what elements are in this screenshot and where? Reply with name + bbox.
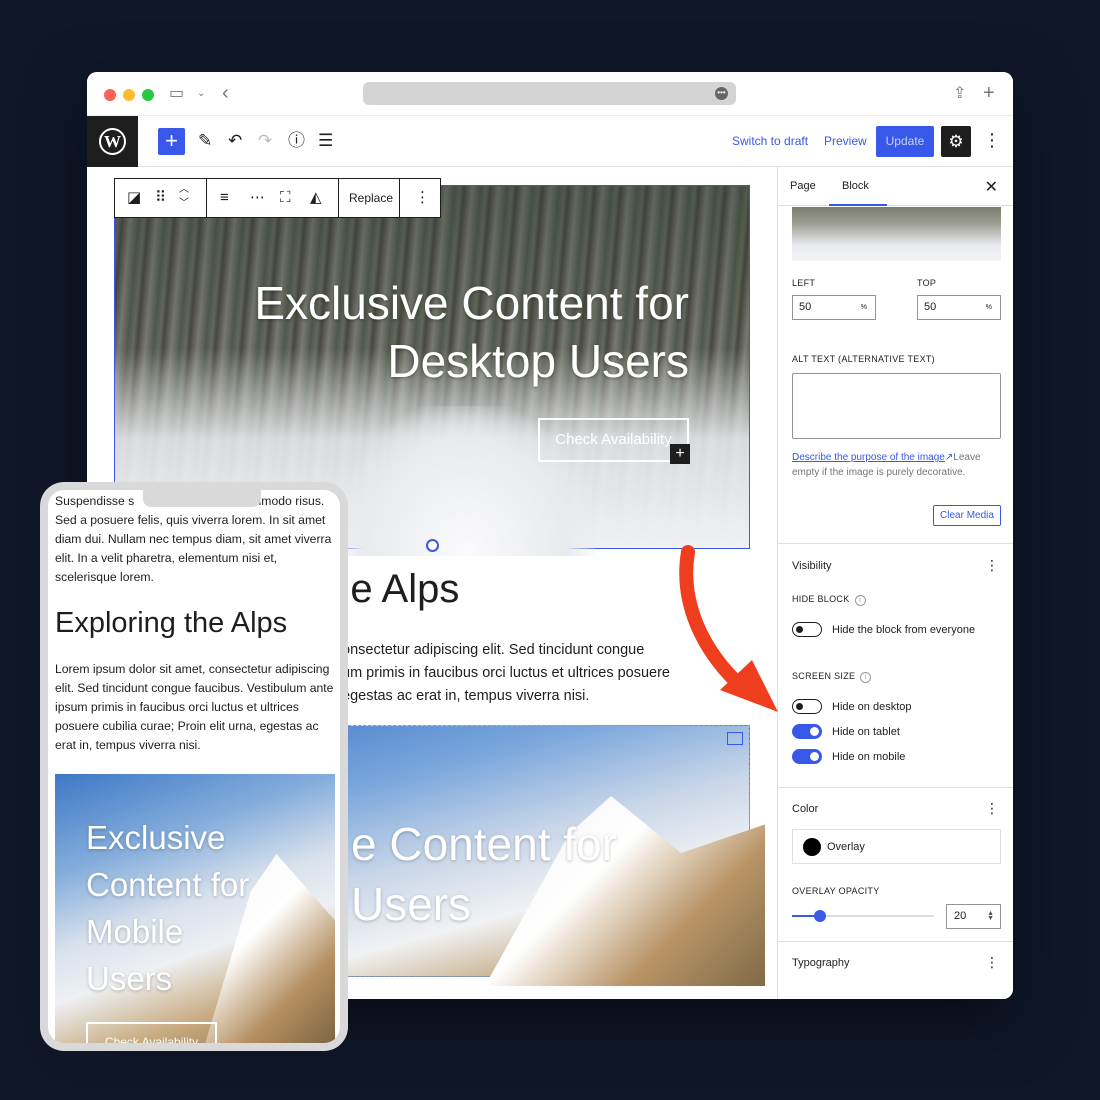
phone-cover-title: Exclusive Content for Mobile Users: [86, 814, 326, 1002]
arrow-shaft: [679, 545, 752, 697]
phone-intro-start: Suspendisse s: [55, 494, 135, 508]
phone-cover-block: Exclusive Content for Mobile Users Check…: [55, 774, 335, 1043]
phone-cover-title-line-1: Exclusive: [86, 819, 226, 856]
phone-paragraph: Lorem ipsum dolor sit amet, consectetur …: [55, 662, 334, 752]
phone-cover-title-line-4: Users: [86, 960, 173, 997]
phone-screen: Suspendisse s commodo risus. Sed a posuer…: [48, 490, 340, 1043]
phone-mockup: Suspendisse s commodo risus. Sed a posuer…: [40, 482, 348, 1051]
phone-cover-title-line-3: Mobile: [86, 913, 184, 950]
phone-check-availability-button[interactable]: Check Availability: [86, 1022, 217, 1043]
phone-notch: [143, 490, 261, 507]
phone-heading: Exploring the Alps: [55, 607, 288, 639]
phone-cover-title-line-2: Content for: [86, 866, 250, 903]
